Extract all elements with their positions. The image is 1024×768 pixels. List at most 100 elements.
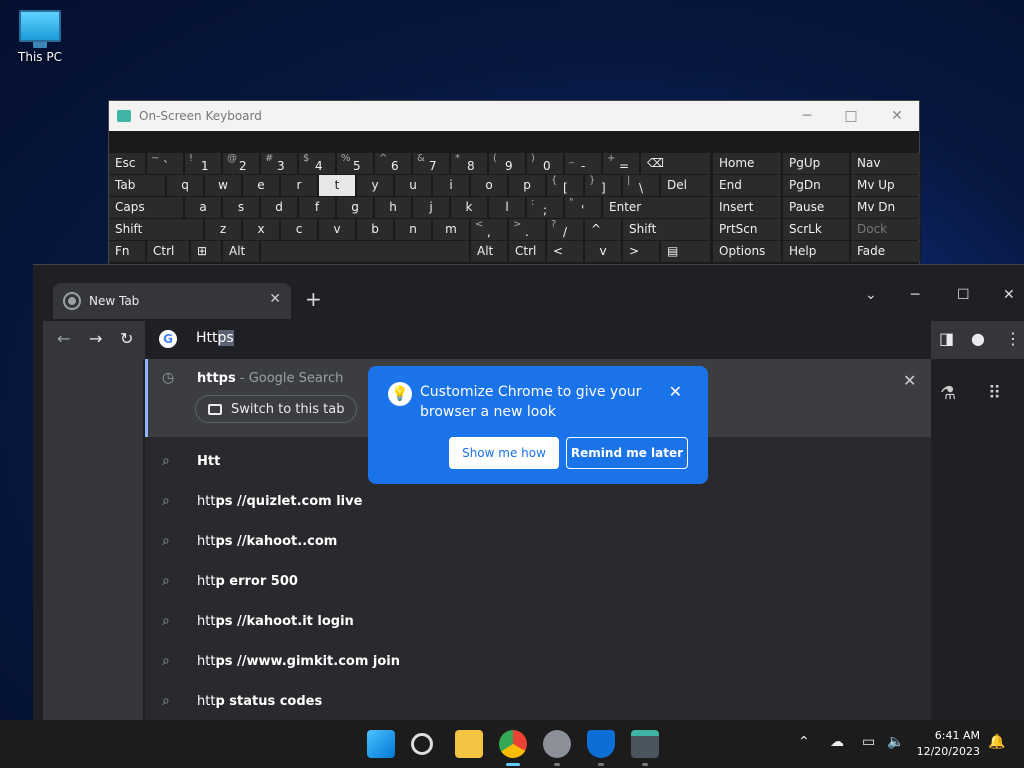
labs-icon[interactable]: ⚗ [940,383,956,404]
osk-key[interactable]: Alt [471,241,508,262]
osk-key[interactable]: y [357,175,394,196]
suggestion-row[interactable]: ⌕ https //quizlet.com live [145,482,931,522]
osk-key[interactable]: ^ [585,219,622,240]
suggestion-row[interactable]: ⌕ https //www.gimkit.com join [145,642,931,682]
osk-key[interactable]: Mv Dn [851,197,921,218]
osk-key[interactable]: < [547,241,584,262]
osk-key[interactable]: ~ ` [147,153,184,174]
chrome-taskbar-icon[interactable] [499,730,527,758]
osk-key[interactable]: c [281,219,318,240]
osk-key[interactable]: ⊞ [191,241,222,262]
osk-key[interactable]: v [585,241,622,262]
osk-key[interactable]: ? / [547,219,584,240]
osk-key[interactable]: a [185,197,222,218]
osk-key[interactable]: r [281,175,318,196]
osk-key[interactable]: + = [603,153,640,174]
osk-key[interactable]: Dock [851,219,921,240]
minimize-button[interactable]: ─ [911,287,919,303]
show-me-how-button[interactable]: Show me how [449,437,559,469]
osk-key[interactable]: Ctrl [509,241,546,262]
network-icon[interactable]: ▭ [862,734,875,750]
osk-key[interactable]: " ' [565,197,602,218]
osk-key[interactable]: Insert [713,197,782,218]
file-explorer-icon[interactable] [455,730,483,758]
new-tab-button[interactable]: + [305,287,322,311]
osk-key[interactable]: x [243,219,280,240]
osk-key[interactable]: {[ [547,175,584,196]
osk-key[interactable]: k [451,197,488,218]
osk-key[interactable]: Tab [109,175,166,196]
osk-key[interactable]: Nav [851,153,921,174]
osk-key[interactable]: PrtScn [713,219,782,240]
osk-key[interactable]: ⌫ [641,153,711,174]
close-side-panel-icon[interactable]: ✕ [903,371,916,390]
clock[interactable]: 6:41 AM 12/20/2023 [917,728,980,760]
suggestion-row[interactable]: ⌕ https //kahoot..com [145,522,931,562]
remind-me-later-button[interactable]: Remind me later [566,437,688,469]
close-callout-icon[interactable]: ✕ [669,382,682,401]
osk-key[interactable]: ScrLk [783,219,850,240]
address-bar[interactable]: G Https [145,319,931,359]
osk-key[interactable]: PgUp [783,153,850,174]
osk-key[interactable]: Del [661,175,711,196]
maximize-button[interactable]: □ [829,101,873,131]
osk-key[interactable]: ▤ [661,241,711,262]
apps-icon[interactable]: ⠿ [988,383,1001,404]
osk-key[interactable]: v [319,219,356,240]
osk-key[interactable]: Pause [783,197,850,218]
notification-bell-icon[interactable]: 🔔 [988,734,1005,750]
osk-key[interactable]: Options [713,241,782,262]
osk-key[interactable]: p [509,175,546,196]
osk-key[interactable]: >. [509,219,546,240]
osk-key[interactable]: ^ 6 [375,153,412,174]
osk-key[interactable]: Help [783,241,850,262]
osk-key[interactable]: PgDn [783,175,850,196]
osk-key[interactable]: Fn [109,241,146,262]
osk-key[interactable]: Fade [851,241,921,262]
osk-key[interactable]: j [413,197,450,218]
osk-key[interactable]: @2 [223,153,260,174]
chevron-up-icon[interactable]: ⌃ [798,734,810,750]
osk-key[interactable]: g [337,197,374,218]
osk-key[interactable]: Esc [109,153,146,174]
osk-taskbar-icon[interactable] [631,730,659,758]
menu-icon[interactable]: ⋮ [1005,329,1021,348]
osk-key[interactable]: m [433,219,470,240]
osk-key[interactable]: End [713,175,782,196]
osk-key[interactable]: d [261,197,298,218]
close-tab-icon[interactable]: ✕ [269,291,281,307]
tab-search-icon[interactable]: ⌄ [865,287,877,303]
suggestion-row[interactable]: ⌕ https //kahoot.it login [145,602,931,642]
suggestion-row[interactable]: ⌕ http status codes [145,682,931,722]
osk-key[interactable]: o [471,175,508,196]
osk-key[interactable]: Mv Up [851,175,921,196]
tab-new-tab[interactable]: New Tab ✕ [53,283,291,319]
search-icon[interactable] [411,733,433,755]
osk-key[interactable]: & 7 [413,153,450,174]
osk-key[interactable]: e [243,175,280,196]
minimize-button[interactable]: ─ [785,101,829,131]
osk-key[interactable]: * 8 [451,153,488,174]
desktop-icon-this-pc[interactable]: This PC [12,10,68,64]
osk-key[interactable]: q [167,175,204,196]
osk-key[interactable]: Alt [223,241,260,262]
maximize-button[interactable]: ☐ [957,287,970,303]
start-icon[interactable] [367,730,395,758]
osk-key[interactable]: t [319,175,356,196]
osk-key[interactable]: f [299,197,336,218]
reload-icon[interactable]: ↻ [120,329,133,348]
osk-key[interactable]: }] [585,175,622,196]
osk-key[interactable]: z [205,219,242,240]
osk-key[interactable]: <, [471,219,508,240]
osk-key[interactable] [261,241,470,262]
osk-key[interactable]: #3 [261,153,298,174]
osk-key[interactable]: l [489,197,526,218]
osk-key[interactable]: Ctrl [147,241,190,262]
osk-key[interactable]: Shift [109,219,204,240]
cloud-icon[interactable]: ☁ [830,734,844,750]
osk-key[interactable]: | \ [623,175,660,196]
osk-key[interactable]: ! 1 [185,153,222,174]
volume-icon[interactable]: 🔈 [887,734,904,750]
close-button[interactable]: ✕ [1003,287,1015,303]
switch-to-tab-button[interactable]: Switch to this tab [195,395,358,423]
